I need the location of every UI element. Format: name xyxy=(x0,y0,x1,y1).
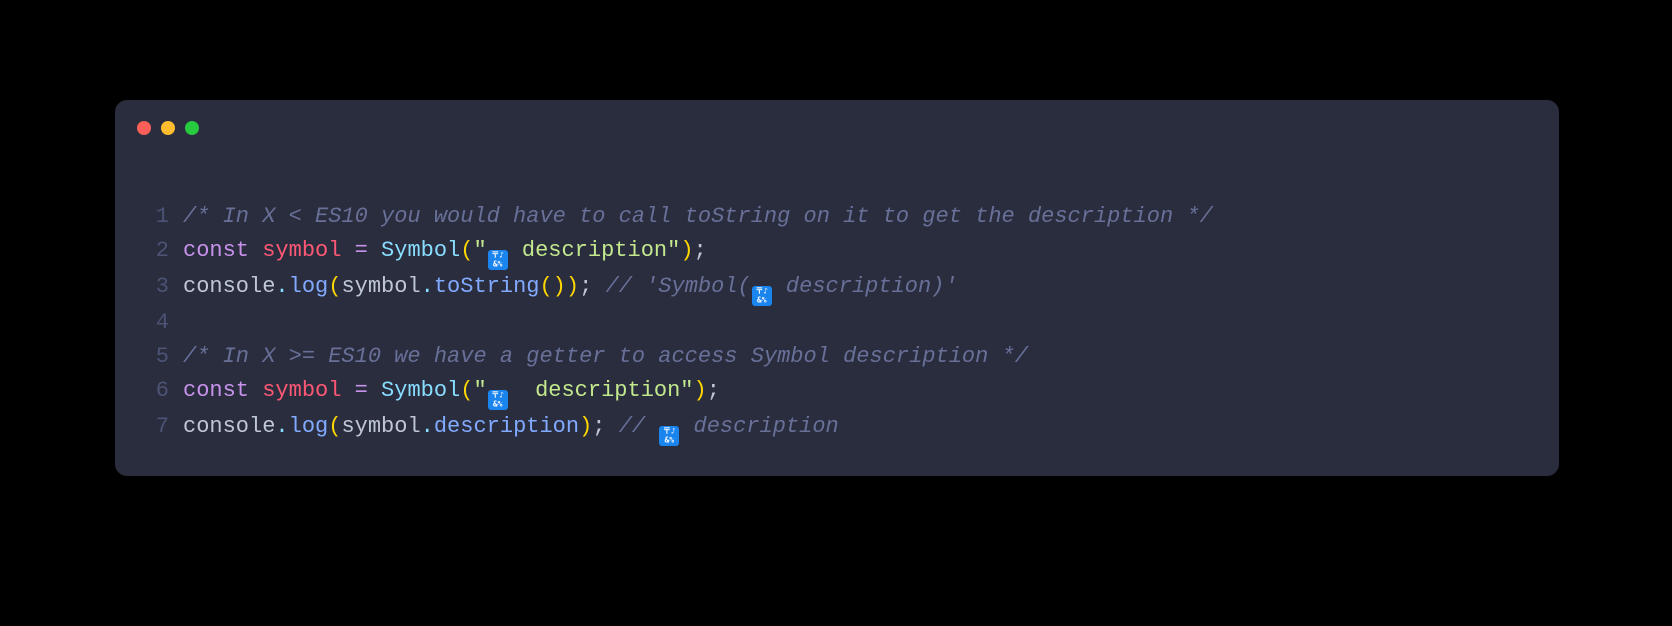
code-token: . xyxy=(421,274,434,299)
code-token: = xyxy=(355,378,368,403)
code-token: ; xyxy=(592,414,605,439)
code-token: const xyxy=(183,378,249,403)
code-content[interactable]: console.log(symbol.toString()); // 'Symb… xyxy=(183,270,958,306)
code-token: ) xyxy=(579,414,592,439)
code-token: description)' xyxy=(773,274,958,299)
code-token: symbol xyxy=(262,238,341,263)
minimize-icon[interactable] xyxy=(161,121,175,135)
code-line[interactable]: 2 const symbol = Symbol("〒♪&% description… xyxy=(135,234,1539,270)
code-token xyxy=(249,378,262,403)
code-line[interactable]: 7console.log(symbol.description); // 〒♪&… xyxy=(135,410,1539,446)
code-token: ; xyxy=(694,238,707,263)
line-number: 2 xyxy=(135,234,169,268)
code-token xyxy=(249,238,262,263)
code-token: /* In X < ES10 you would have to call to… xyxy=(183,204,1213,229)
symbols-emoji-icon: 〒♪&% xyxy=(752,286,772,306)
code-token: symbol xyxy=(262,378,341,403)
code-editor[interactable]: 1 /* In X < ES10 you would have to call t… xyxy=(115,156,1559,476)
code-token: symbol xyxy=(341,414,420,439)
code-token: () xyxy=(539,274,565,299)
code-token: = xyxy=(355,238,368,263)
code-token: . xyxy=(275,414,288,439)
code-token: ( xyxy=(460,378,473,403)
symbols-emoji-icon: 〒♪&% xyxy=(488,390,508,410)
code-token: . xyxy=(421,414,434,439)
code-line[interactable]: 4 xyxy=(135,306,1539,340)
code-token: Symbol xyxy=(381,378,460,403)
code-line[interactable]: 5 /* In X >= ES10 we have a getter to acc… xyxy=(135,340,1539,374)
code-token: symbol xyxy=(341,274,420,299)
code-content[interactable]: /* In X >= ES10 we have a getter to acce… xyxy=(183,340,1028,374)
window-titlebar xyxy=(115,100,1559,156)
code-token: // xyxy=(619,414,659,439)
symbols-emoji-icon: 〒♪&% xyxy=(488,250,508,270)
zoom-icon[interactable] xyxy=(185,121,199,135)
line-number: 7 xyxy=(135,410,169,444)
code-token: log xyxy=(289,274,329,299)
code-content[interactable]: /* In X < ES10 you would have to call to… xyxy=(183,200,1213,234)
code-token: ) xyxy=(694,378,707,403)
code-token: log xyxy=(289,414,329,439)
code-token xyxy=(341,378,354,403)
code-token: description xyxy=(680,414,838,439)
code-token: console xyxy=(183,274,275,299)
code-token: const xyxy=(183,238,249,263)
code-token: ( xyxy=(460,238,473,263)
symbols-emoji-icon: 〒♪&% xyxy=(659,426,679,446)
code-token: ( xyxy=(328,414,341,439)
code-line[interactable]: 3console.log(symbol.toString()); // 'Sym… xyxy=(135,270,1539,306)
code-token: description xyxy=(434,414,579,439)
code-token: ) xyxy=(680,238,693,263)
line-number: 1 xyxy=(135,200,169,234)
code-token: description" xyxy=(509,238,681,263)
code-token xyxy=(606,414,619,439)
line-number: 3 xyxy=(135,270,169,304)
line-number: 5 xyxy=(135,340,169,374)
code-token: /* In X >= ES10 we have a getter to acce… xyxy=(183,344,1028,369)
code-token: description" xyxy=(509,378,694,403)
code-token xyxy=(368,238,381,263)
line-number: 6 xyxy=(135,374,169,408)
code-token: " xyxy=(473,238,486,263)
code-token xyxy=(368,378,381,403)
code-content[interactable]: const symbol = Symbol("〒♪&% description"… xyxy=(183,374,720,410)
code-line[interactable]: 6 const symbol = Symbol("〒♪&% description… xyxy=(135,374,1539,410)
close-icon[interactable] xyxy=(137,121,151,135)
code-token: ) xyxy=(566,274,579,299)
code-token: ; xyxy=(707,378,720,403)
code-token: Symbol xyxy=(381,238,460,263)
code-token: console xyxy=(183,414,275,439)
code-window: 1 /* In X < ES10 you would have to call t… xyxy=(115,100,1559,476)
code-token xyxy=(592,274,605,299)
code-line[interactable]: 1 /* In X < ES10 you would have to call t… xyxy=(135,200,1539,234)
code-token xyxy=(341,238,354,263)
code-content[interactable]: console.log(symbol.description); // 〒♪&%… xyxy=(183,410,839,446)
code-content[interactable]: const symbol = Symbol("〒♪&% description"… xyxy=(183,234,707,270)
code-token: ( xyxy=(328,274,341,299)
code-token: ; xyxy=(579,274,592,299)
code-token: " xyxy=(473,378,486,403)
line-number: 4 xyxy=(135,306,169,340)
code-token: . xyxy=(275,274,288,299)
code-token: toString xyxy=(434,274,540,299)
code-token: // 'Symbol( xyxy=(606,274,751,299)
